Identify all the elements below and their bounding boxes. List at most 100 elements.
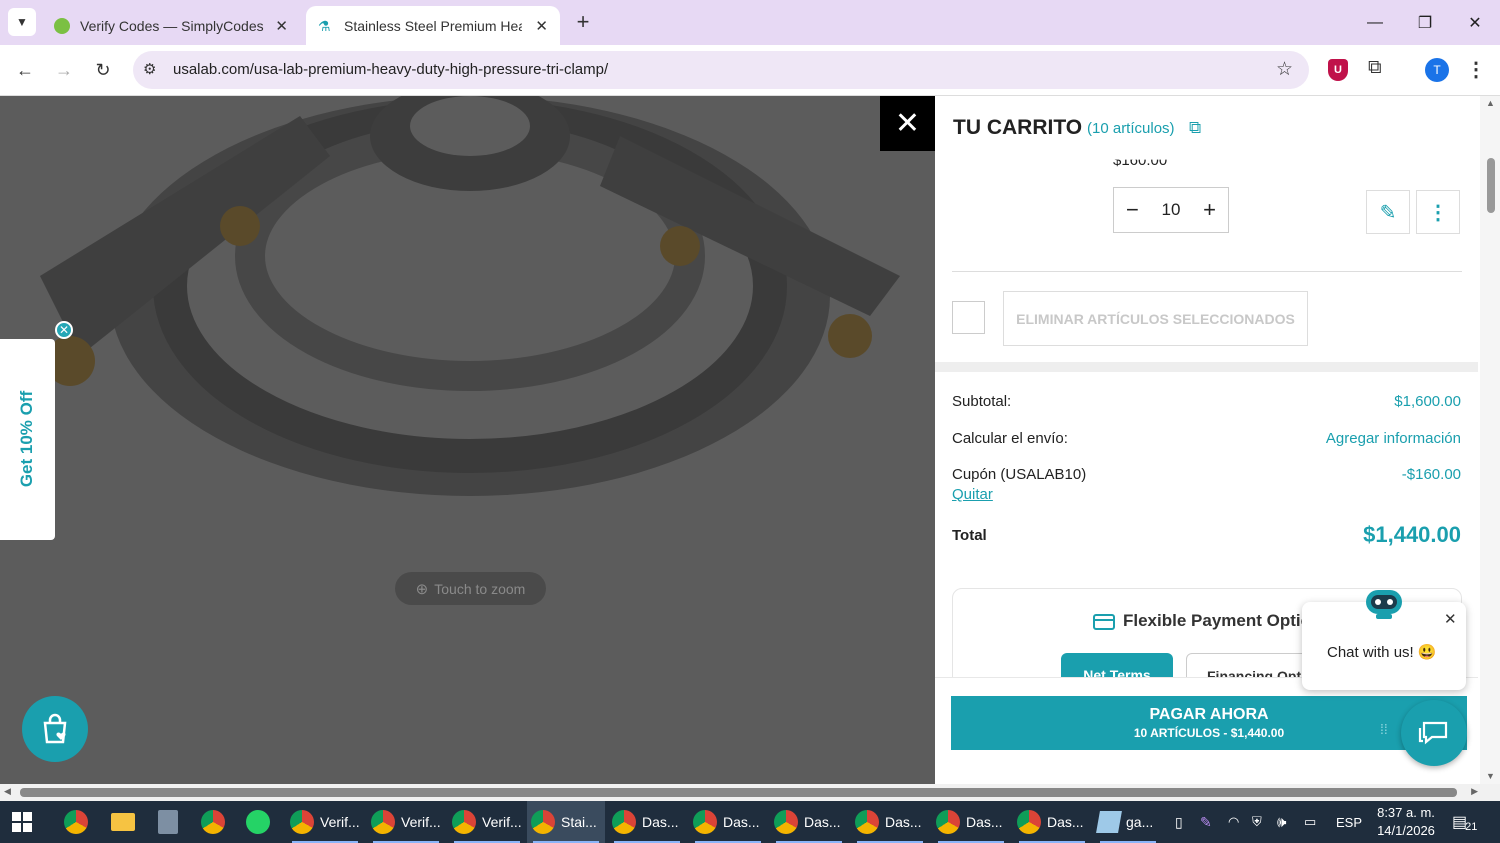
taskbar-window-10[interactable]: Das... [1013, 801, 1091, 843]
tray-clock[interactable]: 8:37 a. m. 14/1/2026 [1370, 801, 1442, 843]
taskbar-window-title: ga... [1126, 814, 1154, 830]
taskbar-window-title: Das... [723, 814, 760, 830]
taskbar-chrome-profile-d[interactable] [64, 801, 94, 843]
ublock-shield-icon[interactable]: U [1328, 59, 1348, 81]
bookmark-star-icon[interactable]: ☆ [1276, 58, 1293, 81]
remove-coupon-link[interactable]: Quitar [952, 486, 993, 503]
scroll-up-arrow-icon[interactable]: ▲ [1486, 98, 1495, 108]
quantity-stepper: − 10 + [1113, 187, 1229, 233]
chrome-menu-icon[interactable]: ⋮ [1466, 57, 1486, 82]
tab-close-icon[interactable]: ✕ [535, 17, 548, 35]
coupon-value: -$160.00 [1401, 466, 1461, 483]
tri-clamp-product-image [40, 96, 900, 496]
edit-item-button[interactable]: ✎ [1366, 190, 1410, 234]
whatsapp-icon [246, 810, 270, 834]
touch-to-zoom-label: Touch to zoom [434, 580, 526, 597]
wishlist-bag-button[interactable] [22, 696, 88, 762]
taskbar-whatsapp[interactable] [246, 801, 276, 843]
cart-item-count[interactable]: (10 artículos) [1087, 120, 1175, 137]
tray-usb-icon[interactable]: ▯ [1175, 801, 1183, 843]
taskbar-window-2[interactable]: Verif... [367, 801, 445, 843]
address-bar[interactable]: ⚙ usalab.com/usa-lab-premium-heavy-duty-… [133, 51, 1309, 89]
site-settings-icon[interactable]: ⚙ [143, 60, 156, 78]
chrome-icon [693, 810, 717, 834]
get-10-off-promo-tab[interactable]: Get 10% Off [0, 339, 55, 540]
restore-icon[interactable]: ❐ [1400, 0, 1450, 45]
edit-pencil-icon: ✎ [1379, 201, 1397, 224]
scroll-down-arrow-icon[interactable]: ▼ [1486, 771, 1495, 781]
window-close-icon[interactable]: ✕ [1450, 0, 1500, 45]
taskbar-file-explorer[interactable] [111, 801, 135, 843]
tray-security-icon[interactable]: ⛨ [1252, 801, 1262, 843]
chat-bubbles-icon [1418, 721, 1448, 745]
tab-stainless-steel[interactable]: ⚗ Stainless Steel Premium Heavy ✕ [306, 6, 560, 45]
scroll-left-arrow-icon[interactable]: ◀ [4, 786, 11, 797]
taskbar-window-9[interactable]: Das... [932, 801, 1010, 843]
notepad-icon [1096, 811, 1122, 833]
taskbar-window-7[interactable]: Das... [770, 801, 848, 843]
close-cart-button[interactable]: ✕ [880, 96, 935, 151]
tray-language[interactable]: ESP [1336, 801, 1362, 843]
profile-avatar[interactable]: T [1425, 58, 1449, 82]
new-tab-plus-icon[interactable]: + [570, 10, 596, 36]
taskbar-window-1[interactable]: Verif... [286, 801, 364, 843]
calculator-icon [158, 810, 178, 834]
taskbar-window-5[interactable]: Das... [608, 801, 686, 843]
select-all-checkbox[interactable] [952, 301, 985, 334]
chrome-icon [371, 810, 395, 834]
drag-handle-icon[interactable]: ⁞⁞ [1380, 722, 1388, 736]
scroll-right-arrow-icon[interactable]: ▶ [1471, 786, 1478, 797]
language-label: ESP [1336, 814, 1363, 830]
decrease-quantity-icon[interactable]: − [1126, 197, 1139, 223]
reload-icon[interactable]: ↻ [88, 55, 118, 85]
quantity-value[interactable]: 10 [1162, 200, 1181, 220]
tab-close-icon[interactable]: ✕ [275, 17, 288, 35]
taskbar-window-6[interactable]: Das... [689, 801, 767, 843]
taskbar-window-8[interactable]: Das... [851, 801, 929, 843]
taskbar-calculator[interactable] [158, 801, 178, 843]
start-button[interactable] [12, 801, 42, 843]
product-image-viewer[interactable]: ⊕ Touch to zoom [0, 96, 935, 784]
cart-title: TU CARRITO [953, 116, 1083, 139]
add-shipping-info-link[interactable]: Agregar información [1326, 430, 1461, 447]
taskbar-window-3[interactable]: Verif... [448, 801, 526, 843]
taskbar-window-title: Das... [966, 814, 1003, 830]
tray-wifi-icon[interactable]: ◠ [1228, 801, 1239, 843]
taskbar-window-4[interactable]: Stai... [527, 801, 605, 843]
tray-volume-icon[interactable]: 🕪 [1277, 801, 1286, 843]
browser-toolbar: ← → ↻ ⚙ usalab.com/usa-lab-premium-heavy… [0, 45, 1500, 96]
tray-pen-icon[interactable]: ✎ [1200, 801, 1212, 843]
minimize-icon[interactable]: — [1350, 0, 1400, 45]
close-icon: ✕ [894, 107, 921, 140]
url-text[interactable]: usalab.com/usa-lab-premium-heavy-duty-hi… [173, 61, 608, 78]
touch-to-zoom-hint: ⊕ Touch to zoom [395, 572, 546, 605]
chat-dismiss-icon[interactable]: ✕ [1444, 610, 1457, 628]
clock-date: 14/1/2026 [1377, 823, 1435, 838]
increase-quantity-icon[interactable]: + [1203, 197, 1216, 223]
back-arrow-icon[interactable]: ← [10, 55, 40, 85]
item-more-options-button[interactable]: ⋮ [1416, 190, 1460, 234]
forward-arrow-icon[interactable]: → [49, 55, 79, 85]
delete-selected-button[interactable]: ELIMINAR ARTÍCULOS SELECCIONADOS [1003, 291, 1308, 346]
open-cart-external-icon[interactable]: ⧉ [1189, 118, 1201, 138]
extensions-puzzle-icon[interactable]: ⧉ [1368, 57, 1382, 79]
chrome-icon [290, 810, 314, 834]
taskbar-window-11[interactable]: ga... [1094, 801, 1162, 843]
tab-verify-codes[interactable]: Verify Codes — SimplyCodes ✕ [46, 6, 300, 45]
promo-dismiss-icon[interactable]: ✕ [55, 321, 73, 339]
tab-search-chevron-icon[interactable]: ▼ [8, 8, 36, 36]
notification-center-button[interactable]: ▤ 21 [1452, 801, 1486, 843]
pay-now-button[interactable]: PAGAR AHORA 10 ARTÍCULOS - $1,440.00 [951, 696, 1467, 750]
shopping-bag-heart-icon [43, 713, 67, 744]
tray-battery-icon[interactable]: ▭ [1304, 801, 1316, 843]
taskbar-chrome[interactable] [201, 801, 231, 843]
vertical-dots-icon: ⋮ [1428, 201, 1448, 224]
windows-taskbar: Verif... Verif... Verif... Stai... Das..… [0, 801, 1500, 843]
horizontal-scrollbar-thumb[interactable] [20, 788, 1457, 797]
chat-launcher-button[interactable] [1401, 700, 1467, 766]
taskbar-window-title: Das... [885, 814, 922, 830]
cart-scrollbar-thumb[interactable] [1487, 158, 1495, 213]
section-separator [935, 362, 1478, 372]
chrome-icon [531, 810, 555, 834]
zoom-crosshair-icon: ⊕ [415, 580, 429, 598]
